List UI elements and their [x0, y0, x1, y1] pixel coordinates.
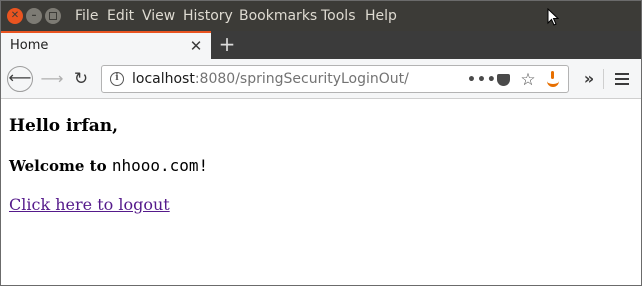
url-text[interactable]: localhost:8080/springSecurityLoginOut/ [132, 70, 409, 88]
welcome-site: nhooo.com! [111, 156, 209, 175]
menu-help[interactable]: Help [365, 1, 397, 31]
window-close-button[interactable]: ✕ [7, 8, 23, 24]
pocket-icon[interactable] [494, 70, 512, 90]
welcome-prefix: Welcome to [9, 157, 107, 175]
overflow-chevron-icon[interactable]: » [577, 66, 601, 92]
navigation-toolbar: ⟵ ⟶ ↻ i localhost:8080/springSecurityLog… [1, 59, 641, 99]
menu-file[interactable]: File [75, 1, 98, 31]
menu-history[interactable]: History [183, 1, 233, 31]
more-dots-icon[interactable]: ••• [467, 70, 496, 90]
url-host: localhost [132, 71, 195, 87]
tab-title: Home [10, 38, 49, 53]
star-icon[interactable]: ☆ [518, 70, 538, 90]
menu-tools[interactable]: Tools [321, 1, 356, 31]
back-arrow-icon[interactable]: ⟵ [7, 66, 33, 92]
window-maximize-button[interactable] [45, 8, 61, 24]
tab-strip: Home ✕ + [1, 31, 641, 59]
site-info-icon[interactable]: i [110, 72, 124, 86]
tab-close-icon[interactable]: ✕ [187, 36, 205, 56]
menu-bookmarks[interactable]: Bookmarks [239, 1, 317, 31]
new-tab-plus-icon[interactable]: + [216, 33, 238, 57]
hamburger-menu-icon[interactable] [609, 66, 635, 92]
url-path: :8080/springSecurityLoginOut/ [194, 71, 409, 87]
logout-link[interactable]: Click here to logout [9, 195, 170, 214]
forward-arrow-icon[interactable]: ⟶ [40, 66, 64, 92]
browser-window: ✕ – File Edit View History Bookmarks Too… [0, 0, 642, 286]
java-icon[interactable] [544, 70, 562, 90]
menu-view[interactable]: View [142, 1, 175, 31]
toolbar-separator [603, 69, 604, 89]
menu-edit[interactable]: Edit [107, 1, 134, 31]
reload-icon[interactable]: ↻ [69, 66, 93, 92]
url-bar[interactable]: i localhost:8080/springSecurityLoginOut/… [101, 65, 569, 93]
mouse-cursor-icon [547, 8, 559, 26]
window-minimize-button[interactable]: – [26, 8, 42, 24]
welcome-heading: Welcome to nhooo.com! [9, 156, 208, 175]
tab-home[interactable]: Home ✕ [1, 31, 211, 59]
menu-bar: ✕ – File Edit View History Bookmarks Too… [1, 1, 641, 31]
page-content: Hello irfan, Welcome to nhooo.com! Click… [1, 100, 641, 285]
greeting-heading: Hello irfan, [9, 116, 119, 136]
